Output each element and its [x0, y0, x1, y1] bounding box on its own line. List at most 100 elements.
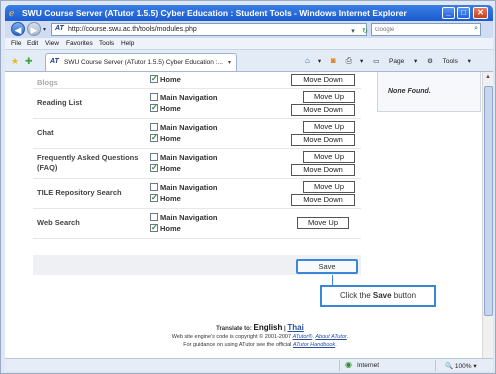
module-checks: Home	[150, 72, 268, 88]
zoom-icon: 🔍	[445, 363, 454, 370]
scroll-up-icon[interactable]: ▲	[485, 74, 491, 80]
checkbox-label: Home	[160, 224, 181, 233]
home-dropdown-icon[interactable]: ▾	[318, 58, 321, 65]
main-navigation-checkbox[interactable]	[150, 153, 158, 161]
guidance-text: For guidance on using ATutor see the off…	[183, 342, 293, 348]
module-name: Frequently Asked Questions (FAQ)	[37, 153, 139, 172]
recent-pages-dropdown-icon[interactable]: ▾	[43, 26, 46, 33]
atutor-tab-icon: AT	[50, 58, 59, 65]
home-checkbox[interactable]	[150, 162, 158, 173]
move-up-button[interactable]: Move Up	[303, 120, 355, 133]
instruction-callout: Click the Save button	[320, 285, 436, 307]
window-title: SWU Course Server (ATutor 1.5.5) Cyber E…	[22, 8, 407, 18]
search-input[interactable]	[372, 24, 468, 36]
move-up-button[interactable]: Move Up	[297, 217, 349, 229]
modules-table: Blogs Home Move Down Reading List Main N…	[33, 72, 361, 239]
menu-tools[interactable]: Tools	[99, 40, 114, 47]
module-checks: Main Navigation Home	[150, 118, 268, 148]
home-icon[interactable]: ⌂	[305, 56, 310, 65]
checkbox-label: Home	[160, 164, 181, 173]
move-up-button[interactable]: Move Up	[303, 180, 355, 193]
menu-help[interactable]: Help	[121, 40, 134, 47]
checkbox-label: Home	[160, 194, 181, 203]
module-row: Reading List Main Navigation Home Move U…	[33, 88, 361, 118]
home-checkbox[interactable]	[150, 73, 158, 84]
module-row: Chat Main Navigation Home Move Up Move D…	[33, 118, 361, 148]
command-bar: ⌂ ▾ ◙ ⎙ ▾ ▭ Page ▾ ⚙ Tools ▾	[305, 56, 479, 66]
refresh-icon[interactable]: ↻	[359, 27, 371, 35]
print-dropdown-icon[interactable]: ▾	[360, 58, 363, 65]
side-panel-empty-text: None Found.	[388, 88, 431, 95]
language-current: English	[253, 323, 283, 332]
feeds-icon[interactable]: ◙	[331, 56, 336, 65]
translate-line: Translate to: English | Thai	[125, 323, 395, 332]
module-move-buttons: Move Up	[268, 208, 361, 238]
address-bar[interactable]: AT http://course.swu.ac.th/tools/modules…	[51, 23, 380, 36]
module-name: Web Search	[37, 218, 80, 227]
move-down-button[interactable]: Move Down	[291, 193, 355, 206]
module-move-buttons: Move Down	[268, 72, 361, 88]
move-up-button[interactable]: Move Up	[303, 150, 355, 163]
close-button[interactable]: ✕	[473, 7, 488, 19]
menu-view[interactable]: View	[45, 40, 59, 47]
language-thai-link[interactable]: Thai	[287, 323, 303, 332]
forward-button[interactable]: ▶	[27, 22, 41, 36]
address-toolbar: ◀ ▶ ▾ AT http://course.swu.ac.th/tools/m…	[5, 21, 493, 38]
menu-bar: File Edit View Favorites Tools Help	[5, 38, 493, 50]
save-button[interactable]: Save	[296, 259, 358, 274]
scrollbar-thumb[interactable]	[484, 86, 493, 316]
search-icon[interactable]: ⌕	[474, 25, 478, 33]
checkbox-label: Main Navigation	[160, 93, 218, 102]
home-checkbox[interactable]	[150, 102, 158, 113]
tools-menu-label: Tools	[442, 58, 458, 65]
tab-list-icon[interactable]: ▾	[228, 59, 231, 66]
side-panel: None Found.	[377, 72, 481, 112]
menu-file[interactable]: File	[11, 40, 21, 47]
tab-current[interactable]: AT SWU Course Server (ATutor 1.5.5) Cybe…	[45, 53, 237, 71]
tools-gear-icon: ⚙	[427, 58, 433, 65]
move-down-button[interactable]: Move Down	[291, 73, 355, 86]
minimize-button[interactable]: _	[442, 7, 455, 19]
home-checkbox[interactable]	[150, 222, 158, 233]
print-icon[interactable]: ⎙	[346, 56, 352, 65]
favorites-star-icon[interactable]: ★	[11, 56, 19, 67]
main-navigation-checkbox[interactable]	[150, 213, 158, 221]
module-move-buttons: Move Up Move Down	[268, 118, 361, 148]
move-up-button[interactable]: Move Up	[303, 90, 355, 103]
tab-label: SWU Course Server (ATutor 1.5.5) Cyber E…	[64, 59, 223, 66]
atutor-handbook-link[interactable]: ATutor Handbook	[293, 342, 335, 348]
main-navigation-checkbox[interactable]	[150, 183, 158, 191]
zoom-level[interactable]: 🔍 100% ▾	[445, 362, 477, 370]
page-menu-button[interactable]: ▭ Page ▾	[373, 58, 417, 65]
callout-prefix: Click the	[339, 291, 373, 300]
module-move-buttons: Move Up Move Down	[268, 178, 361, 208]
main-navigation-checkbox[interactable]	[150, 123, 158, 131]
main-navigation-checkbox[interactable]	[150, 93, 158, 101]
home-checkbox[interactable]	[150, 132, 158, 143]
move-down-button[interactable]: Move Down	[291, 163, 355, 176]
maximize-button[interactable]: □	[457, 7, 470, 19]
module-row: Web Search Main Navigation Home Move Up	[33, 208, 361, 238]
module-name: Reading List	[37, 98, 83, 107]
add-favorite-icon[interactable]: ✚	[25, 56, 33, 67]
tools-menu-button[interactable]: ⚙ Tools ▾	[427, 58, 471, 65]
address-dropdown-icon[interactable]: ▾	[347, 27, 359, 35]
menu-edit[interactable]: Edit	[27, 40, 38, 47]
checkbox-label: Main Navigation	[160, 123, 218, 132]
move-down-button[interactable]: Move Down	[291, 133, 355, 146]
atutor-link[interactable]: ATutor®	[293, 334, 313, 340]
menu-favorites[interactable]: Favorites	[66, 40, 93, 47]
checkbox-label: Home	[160, 134, 181, 143]
copyright-line: Web site engine's code is copyright © 20…	[125, 334, 395, 340]
security-zone: Internet	[357, 362, 380, 369]
checkbox-label: Home	[160, 75, 181, 85]
address-url[interactable]: http://course.swu.ac.th/tools/modules.ph…	[68, 26, 197, 33]
search-box[interactable]: ⌕	[371, 23, 481, 36]
page-footer: Translate to: English | Thai Web site en…	[125, 323, 395, 348]
back-button[interactable]: ◀	[11, 22, 25, 36]
title-bar: ℯ SWU Course Server (ATutor 1.5.5) Cyber…	[5, 5, 493, 21]
move-down-button[interactable]: Move Down	[291, 103, 355, 116]
about-atutor-link[interactable]: About ATutor	[315, 334, 346, 340]
home-checkbox[interactable]	[150, 192, 158, 203]
vertical-scrollbar[interactable]: ▲	[482, 72, 493, 358]
